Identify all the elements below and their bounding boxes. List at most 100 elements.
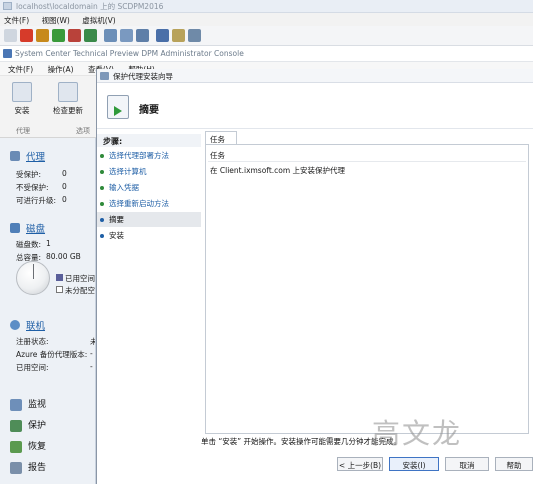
ctrl-alt-del-icon[interactable] xyxy=(4,29,17,42)
disk-count-label: 磁盘数: xyxy=(16,240,42,249)
legend-used-label: 已用空间 xyxy=(65,274,95,283)
used-space-value: - xyxy=(90,362,93,371)
step-summary[interactable]: 摘要 xyxy=(97,212,201,227)
check-update-button[interactable]: 检查更新 xyxy=(48,82,88,116)
nav-monitoring[interactable]: 监视 xyxy=(10,397,46,411)
disk-count-value: 1 xyxy=(46,239,51,248)
online-section-title[interactable]: 联机 xyxy=(26,318,45,332)
checkpoint-icon[interactable] xyxy=(104,29,117,42)
pause-icon[interactable] xyxy=(36,29,49,42)
used-space-label: 已用空间: xyxy=(16,363,49,372)
agents-icon xyxy=(10,151,20,161)
zoom-icon[interactable] xyxy=(188,29,201,42)
agent-install-wizard: 保护代理安装向导 摘要 步骤: 选择代理部署方法 选择计算机 输入凭据 选择重新… xyxy=(96,69,533,484)
registration-label: 注册状态: xyxy=(16,337,49,346)
install-agent-button[interactable]: 安装 xyxy=(4,82,40,116)
online-icon xyxy=(10,320,20,330)
back-button[interactable]: < 上一步(B) xyxy=(337,457,383,471)
azure-agent-value: - xyxy=(90,349,93,358)
start-icon[interactable] xyxy=(52,29,65,42)
recovery-icon xyxy=(10,440,22,453)
nav-recovery[interactable]: 恢复 xyxy=(10,439,46,453)
nav-reports[interactable]: 报告 xyxy=(10,460,46,474)
reports-icon xyxy=(10,461,22,474)
reset-icon[interactable] xyxy=(84,29,97,42)
nav-monitoring-label: 监视 xyxy=(28,400,47,410)
enhanced-session-icon[interactable] xyxy=(172,29,185,42)
disks-section-title[interactable]: 磁盘 xyxy=(26,221,45,235)
steps-label: 步骤: xyxy=(97,134,201,147)
share-icon[interactable] xyxy=(156,29,169,42)
agents-protected-value: 0 xyxy=(62,169,67,178)
step-summary-label: 摘要 xyxy=(109,215,124,224)
step-select-computers-label: 选择计算机 xyxy=(109,167,147,176)
wizard-heading: 摘要 xyxy=(139,105,159,116)
legend-unalloc-swatch xyxy=(56,286,63,293)
wizard-title: 保护代理安装向导 xyxy=(113,72,173,81)
vm-menu-bar: 文件(F) 视图(W) 虚拟机(V) xyxy=(0,13,533,26)
agents-upgradable-value: 0 xyxy=(62,195,67,204)
cancel-button[interactable]: 取消 xyxy=(445,457,489,471)
wizard-steps-panel: 步骤: 选择代理部署方法 选择计算机 输入凭据 选择重新启动方法 摘要 安装 xyxy=(97,129,201,484)
step-credentials-label: 输入凭据 xyxy=(109,183,139,192)
wizard-title-icon xyxy=(100,72,109,80)
check-update-label: 检查更新 xyxy=(53,106,83,115)
tab-tasks[interactable]: 任务 xyxy=(205,131,237,145)
disk-usage-pie xyxy=(16,261,50,295)
agents-protected-label: 受保护: xyxy=(16,170,42,179)
vm-toolbar xyxy=(0,26,533,46)
install-icon xyxy=(12,82,32,102)
step-check-icon xyxy=(100,186,104,190)
step-restart-method-label: 选择重新启动方法 xyxy=(109,199,169,208)
nav-protection-label: 保护 xyxy=(28,421,47,431)
agents-upgradable-label: 可进行升级: xyxy=(16,196,57,205)
install-button[interactable]: 安装(I) xyxy=(389,457,439,471)
vm-menu-view[interactable]: 视图(W) xyxy=(42,16,70,25)
monitor-icon xyxy=(10,398,22,411)
disks-icon xyxy=(10,223,20,233)
wizard-header: 摘要 xyxy=(97,83,533,129)
protection-icon xyxy=(10,419,22,432)
console-menu-action[interactable]: 操作(A) xyxy=(48,65,74,74)
stop-icon[interactable] xyxy=(20,29,33,42)
console-menu-file[interactable]: 文件(F) xyxy=(8,65,33,74)
step-restart-method[interactable]: 选择重新启动方法 xyxy=(97,196,201,211)
wizard-summary-icon xyxy=(107,95,129,119)
install-agent-label: 安装 xyxy=(14,106,30,115)
watermark: 高文龙 xyxy=(372,417,463,450)
ribbon-group-agents: 代理 xyxy=(16,127,30,135)
wizard-title-bar: 保护代理安装向导 xyxy=(97,69,533,83)
nav-protection[interactable]: 保护 xyxy=(10,418,46,432)
agents-section-title[interactable]: 代理 xyxy=(26,149,45,163)
step-deploy-method[interactable]: 选择代理部署方法 xyxy=(97,148,201,163)
task-row: 在 Client.ixmsoft.com 上安装保护代理 xyxy=(210,166,346,175)
vm-menu-file[interactable]: 文件(F) xyxy=(4,16,29,25)
nav-recovery-label: 恢复 xyxy=(28,442,47,452)
step-check-icon xyxy=(100,202,104,206)
vm-title: localhost\localdomain 上的 SCDPM2016 xyxy=(16,2,164,11)
tasks-divider xyxy=(208,161,526,162)
ribbon-group-options: 选项 xyxy=(76,127,90,135)
console-title-bar: System Center Technical Preview DPM Admi… xyxy=(0,46,533,62)
step-pending-icon xyxy=(100,234,104,238)
step-check-icon xyxy=(100,154,104,158)
legend-unalloc-label: 未分配空 xyxy=(65,286,95,295)
agents-unprotected-value: 0 xyxy=(62,182,67,191)
step-credentials[interactable]: 输入凭据 xyxy=(97,180,201,195)
legend-used-swatch xyxy=(56,274,63,281)
update-icon xyxy=(58,82,78,102)
disk-capacity-value: 80.00 GB xyxy=(46,252,81,261)
step-current-icon xyxy=(100,218,104,222)
shutdown-icon[interactable] xyxy=(68,29,81,42)
revert-icon[interactable] xyxy=(120,29,133,42)
step-check-icon xyxy=(100,170,104,174)
help-button[interactable]: 帮助 xyxy=(495,457,533,471)
azure-agent-label: Azure 备份代理版本: xyxy=(16,350,88,359)
snapshot-icon[interactable] xyxy=(136,29,149,42)
left-nav-pane: 代理 受保护: 0 不受保护: 0 可进行升级: 0 磁盘 磁盘数: 1 总容量… xyxy=(0,138,96,484)
vm-app-icon xyxy=(3,2,12,10)
step-select-computers[interactable]: 选择计算机 xyxy=(97,164,201,179)
agents-unprotected-label: 不受保护: xyxy=(16,183,49,192)
step-install[interactable]: 安装 xyxy=(97,228,201,243)
vm-menu-vm[interactable]: 虚拟机(V) xyxy=(82,16,115,25)
